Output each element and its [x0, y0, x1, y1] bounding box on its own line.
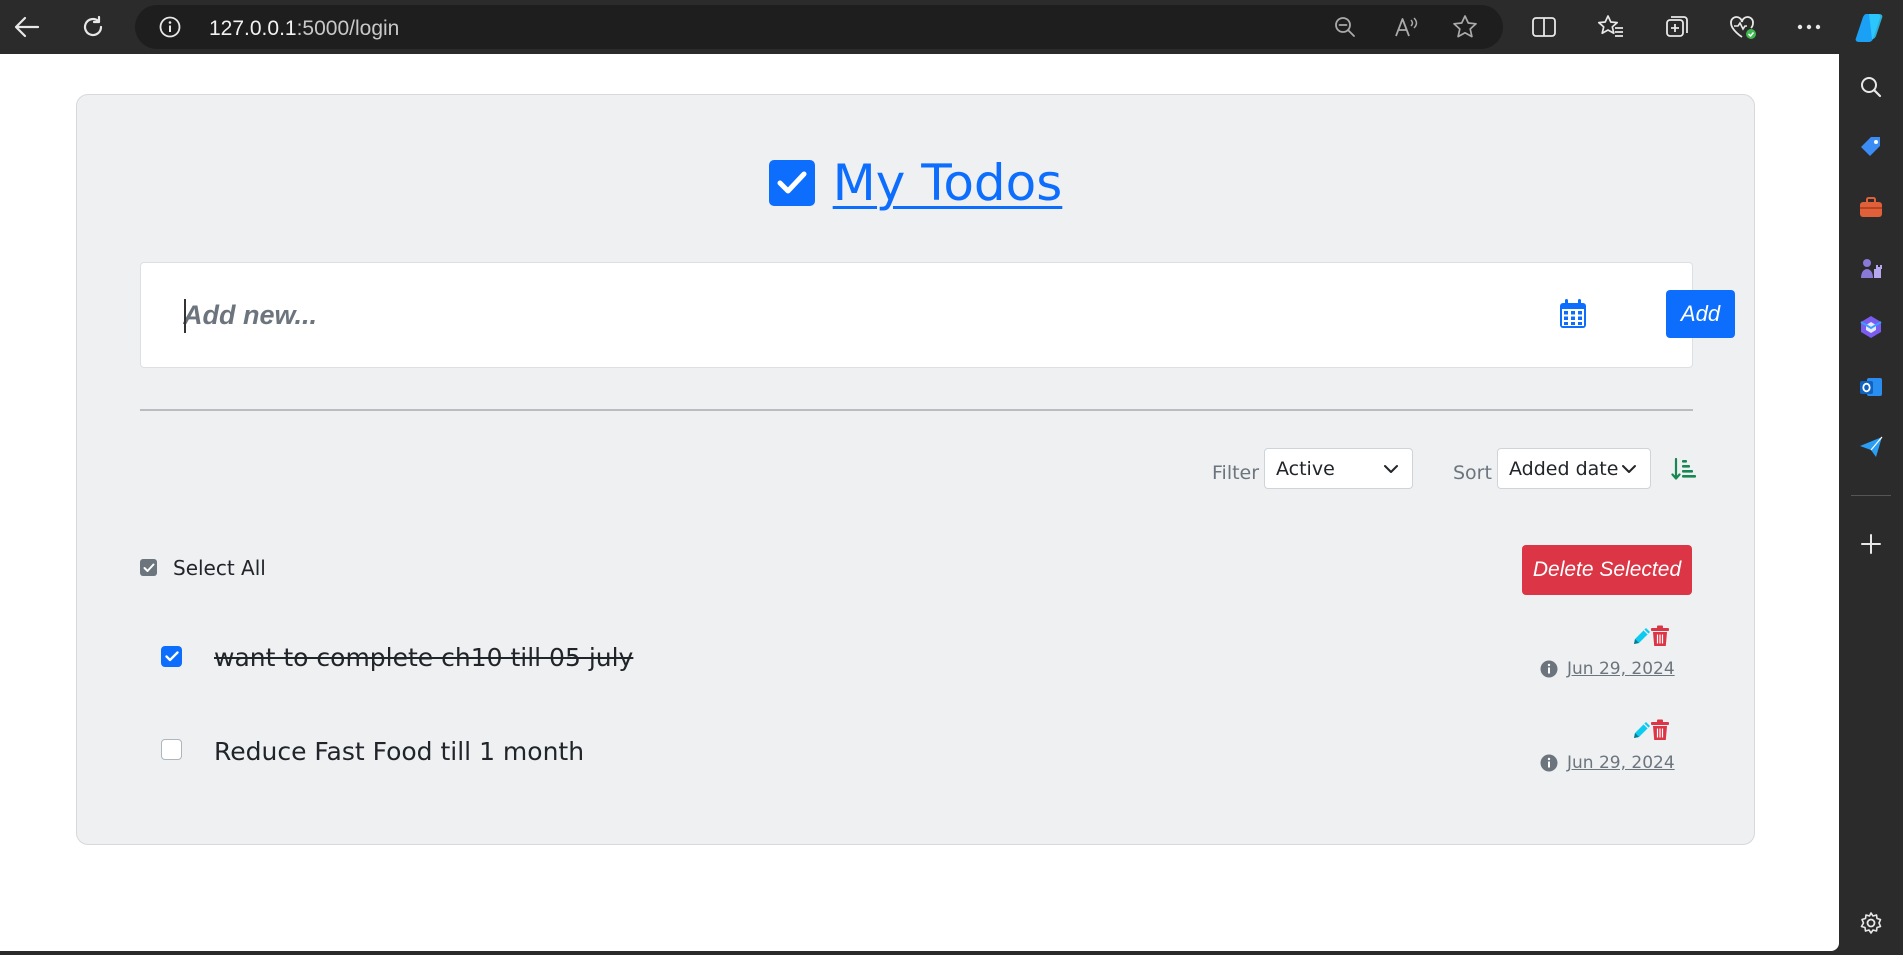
browser-toolbar: 127.0.0.1:5000/login: [0, 0, 1903, 54]
more-options-icon[interactable]: [1792, 10, 1826, 44]
sidebar-divider: [1851, 495, 1891, 496]
info-circle-icon: [1540, 660, 1558, 678]
copilot-icon[interactable]: [1854, 10, 1888, 44]
tools-briefcase-icon[interactable]: [1855, 191, 1887, 223]
todo-text[interactable]: Reduce Fast Food till 1 month: [214, 737, 584, 766]
page-header: My Todos: [77, 151, 1754, 215]
add-todo-form: Add: [140, 262, 1735, 368]
url-path: :5000/login: [296, 17, 400, 40]
trash-delete-icon[interactable]: [1650, 625, 1670, 647]
site-info-icon[interactable]: [159, 16, 181, 38]
microsoft-365-icon[interactable]: [1855, 311, 1887, 343]
todo-card: My Todos Add Filter Active Sort Added da…: [76, 94, 1755, 845]
sort-select[interactable]: Added date: [1497, 448, 1651, 489]
add-todo-input[interactable]: [183, 293, 1483, 337]
todo-date-link[interactable]: Jun 29, 2024: [1567, 753, 1675, 773]
back-arrow-icon[interactable]: [10, 10, 44, 44]
split-screen-icon[interactable]: [1527, 10, 1561, 44]
add-plus-icon[interactable]: [1855, 528, 1887, 560]
delete-selected-button[interactable]: Delete Selected: [1522, 545, 1692, 595]
info-circle-icon: [1540, 754, 1558, 772]
sort-direction-icon[interactable]: [1671, 457, 1697, 481]
outlook-icon[interactable]: [1855, 371, 1887, 403]
filter-label: Filter: [1212, 462, 1260, 484]
calendar-icon[interactable]: [1558, 298, 1592, 332]
sort-select-value: Added date: [1509, 458, 1619, 480]
favorites-icon[interactable]: [1594, 10, 1628, 44]
browser-essentials-icon[interactable]: [1726, 10, 1760, 44]
games-chess-icon[interactable]: [1855, 251, 1887, 283]
refresh-icon[interactable]: [76, 10, 110, 44]
page-title-link[interactable]: My Todos: [833, 154, 1063, 212]
todo-checkbox[interactable]: [161, 739, 182, 760]
todo-checkbox[interactable]: [161, 646, 182, 667]
todo-text[interactable]: want to complete ch10 till 05 july: [214, 643, 633, 672]
filter-select[interactable]: Active: [1264, 448, 1413, 489]
window-bottom-edge: [0, 951, 1839, 955]
trash-delete-icon[interactable]: [1650, 719, 1670, 741]
address-bar[interactable]: 127.0.0.1:5000/login: [135, 5, 1503, 49]
chevron-down-icon: [1622, 465, 1636, 473]
select-all-checkbox[interactable]: [140, 559, 157, 576]
chevron-down-icon: [1384, 465, 1398, 473]
add-button[interactable]: Add: [1666, 290, 1735, 338]
search-icon[interactable]: [1855, 71, 1887, 103]
url-host: 127.0.0.1: [209, 17, 297, 40]
filter-select-value: Active: [1276, 458, 1335, 480]
sort-label: Sort: [1453, 462, 1492, 484]
shopping-tag-icon[interactable]: [1855, 131, 1887, 163]
page-viewport: My Todos Add Filter Active Sort Added da…: [0, 54, 1839, 951]
divider: [140, 409, 1693, 411]
text-caret: [184, 299, 186, 333]
todo-item: want to complete ch10 till 05 july Jun 2…: [140, 625, 1693, 705]
favorite-star-icon[interactable]: [1451, 13, 1479, 41]
browser-sidebar: [1839, 54, 1903, 955]
todo-item: Reduce Fast Food till 1 month Jun 29, 20…: [140, 719, 1693, 799]
todo-date-link[interactable]: Jun 29, 2024: [1567, 659, 1675, 679]
settings-gear-icon[interactable]: [1855, 907, 1887, 939]
send-plane-icon[interactable]: [1855, 431, 1887, 463]
read-aloud-icon[interactable]: [1392, 13, 1420, 41]
checkbox-logo-icon: [768, 160, 815, 206]
zoom-out-icon[interactable]: [1331, 13, 1359, 41]
select-all-label[interactable]: Select All: [173, 556, 266, 580]
url-text[interactable]: 127.0.0.1:5000/login: [209, 17, 399, 41]
collections-icon[interactable]: [1660, 10, 1694, 44]
